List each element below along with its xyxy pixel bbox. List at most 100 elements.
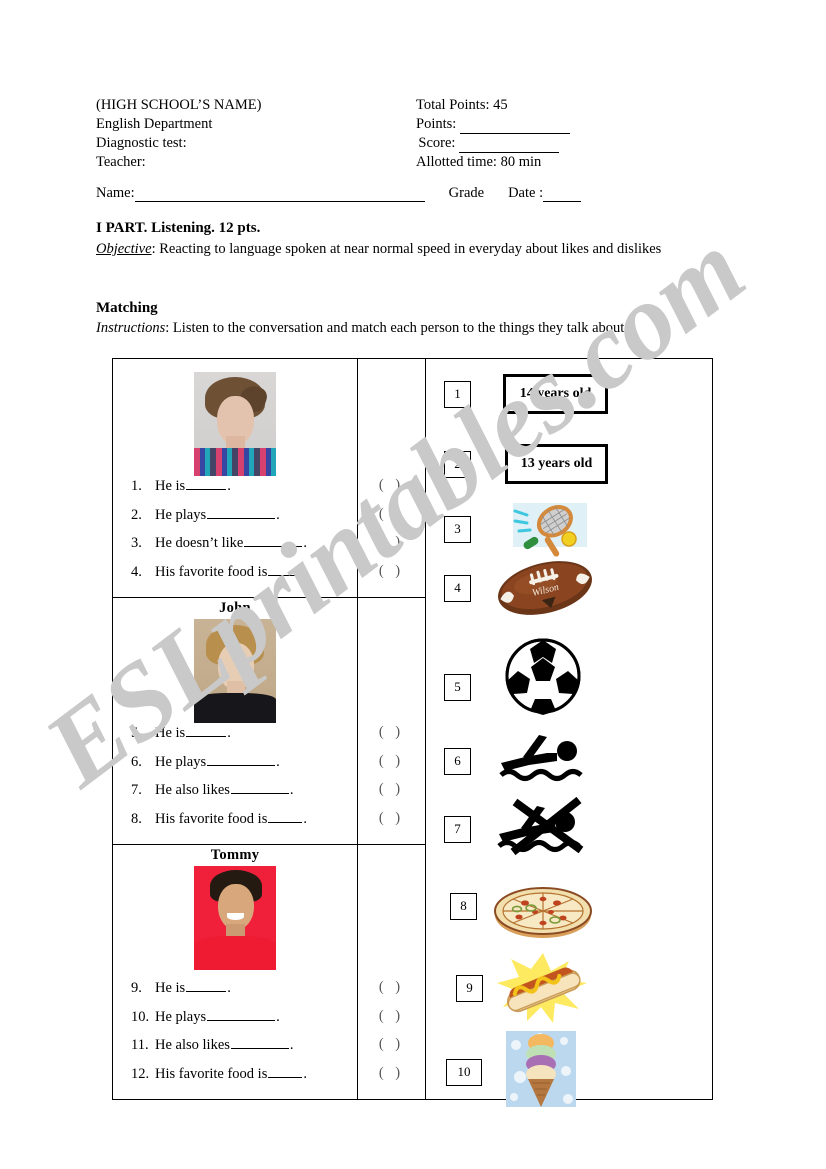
answers-column: ( ) ( ) ( ) ( ) ( ) ( ) ( ) ( ) () () … — [358, 359, 426, 1099]
question-tail: . — [303, 563, 307, 580]
question-text: He plays — [155, 1008, 207, 1025]
option-5[interactable]: 5 — [444, 638, 582, 715]
name-blank[interactable] — [134, 187, 425, 202]
question-number: 1. — [131, 478, 142, 494]
answer-paren[interactable]: ( ) — [358, 1008, 425, 1037]
answer-blank[interactable] — [186, 724, 227, 737]
answer-blank[interactable] — [230, 1036, 289, 1049]
answer-blank[interactable] — [268, 810, 303, 823]
objective-line: Objective: Reacting to language spoken a… — [96, 240, 706, 259]
worksheet-page: (HIGH SCHOOL’S NAME) Total Points: 45 En… — [0, 0, 826, 1169]
answer-blank[interactable] — [244, 534, 303, 547]
question-tail: . — [303, 1065, 307, 1082]
persons-column: 1. He is . 2. He plays . 3. He doesn’t l… — [113, 359, 358, 1099]
school-name: (HIGH SCHOOL’S NAME) — [96, 97, 262, 113]
answer-blank[interactable] — [268, 1065, 303, 1078]
answer-group-2: ( ) ( ) ( ) ( ) — [358, 598, 425, 845]
question-tail: . — [227, 980, 231, 996]
person-photo-1 — [194, 372, 276, 476]
score-blank[interactable] — [459, 138, 560, 153]
answer-paren[interactable]: ( ) — [358, 563, 425, 592]
pizza-icon — [491, 879, 595, 941]
question-row: 11. He also likes . — [131, 1036, 353, 1065]
question-text: He is — [155, 980, 186, 996]
question-number: 3. — [131, 535, 142, 551]
test-type: Diagnostic test: — [96, 135, 187, 151]
ice-cream-cone-icon — [506, 1031, 576, 1107]
option-label-14-years-old: 14 years old — [503, 374, 608, 414]
department-name: English Department — [96, 116, 213, 132]
answer-blank[interactable] — [186, 477, 227, 490]
question-number: 9. — [131, 980, 142, 996]
answer-paren[interactable]: ( ) — [358, 1036, 425, 1065]
option-4[interactable]: 4 Wilson — [444, 557, 597, 619]
option-number: 10 — [446, 1058, 482, 1086]
answer-blank[interactable] — [207, 753, 276, 766]
answer-paren[interactable]: ( ) — [358, 753, 425, 782]
option-number: 4 — [444, 574, 471, 602]
question-text: He plays — [155, 753, 207, 770]
date-label: Date : — [508, 185, 544, 201]
answer-paren[interactable]: ( ) — [358, 781, 425, 810]
question-number: 11. — [131, 1037, 149, 1053]
answer-group-3: ( ) ( ) ( ) ( ) — [358, 845, 425, 1099]
soccer-ball-icon — [504, 637, 582, 715]
question-text: He also likes — [155, 782, 230, 798]
question-number: 7. — [131, 782, 142, 798]
answer-blank[interactable] — [207, 1008, 276, 1021]
option-number: 2 — [444, 450, 471, 478]
question-row: 6. He plays . — [131, 753, 353, 782]
option-9[interactable]: 9 — [456, 951, 591, 1025]
answer-blank[interactable] — [207, 506, 276, 519]
answer-paren[interactable]: ( ) — [358, 724, 425, 753]
name-label: Name: — [96, 185, 135, 201]
teacher-label: Teacher: — [96, 154, 146, 170]
option-3[interactable]: 3 — [444, 501, 587, 557]
date-blank[interactable] — [543, 187, 582, 202]
option-10[interactable]: 10 — [446, 1031, 576, 1107]
answer-paren[interactable]: ( ) — [358, 534, 425, 563]
question-number: 8. — [131, 810, 142, 827]
options-column: 1 14 years old 2 13 years old 3 4 Wilson… — [426, 359, 712, 1107]
answer-paren[interactable]: ( ) — [358, 506, 425, 535]
option-number: 8 — [450, 892, 477, 920]
answer-paren[interactable]: ( ) — [358, 1065, 425, 1094]
answer-group-1: ( ) ( ) ( ) ( ) — [358, 359, 425, 598]
question-number: 4. — [131, 563, 142, 580]
section-title: Matching — [96, 300, 158, 316]
question-tail: . — [289, 1037, 294, 1053]
question-row: 5. He is . — [131, 724, 353, 753]
question-list-1: 1. He is . 2. He plays . 3. He doesn’t l… — [131, 477, 353, 591]
option-7[interactable]: 7 — [444, 796, 593, 856]
option-number: 1 — [444, 380, 471, 408]
option-number: 6 — [444, 747, 471, 775]
total-points: Total Points: 45 — [416, 97, 508, 113]
option-6[interactable]: 6 — [444, 735, 591, 785]
answer-blank[interactable] — [186, 979, 227, 992]
question-number: 12. — [131, 1065, 150, 1082]
person-cell-2: John 5. He is . 6. He plays . 7. He also… — [113, 598, 357, 845]
question-row: 9. He is . — [131, 979, 353, 1008]
person-name-tommy: Tommy — [210, 847, 260, 863]
answer-paren[interactable]: ( ) — [358, 979, 425, 1008]
option-number: 5 — [444, 673, 471, 701]
answer-blank[interactable] — [268, 563, 303, 576]
points-blank[interactable] — [459, 119, 570, 134]
part-title: I PART. Listening. 12 pts. — [96, 220, 261, 236]
person-photo-2 — [194, 619, 276, 723]
tennis-racket-icon — [501, 501, 587, 557]
question-row: 2. He plays . — [131, 506, 353, 535]
option-8[interactable]: 8 — [450, 871, 595, 941]
question-text: He plays — [155, 506, 207, 523]
option-1[interactable]: 1 14 years old — [444, 374, 608, 414]
question-row: 4. His favorite food is . — [131, 563, 353, 592]
question-row: 7. He also likes . — [131, 781, 353, 810]
question-number: 5. — [131, 725, 142, 741]
answer-blank[interactable] — [230, 781, 289, 794]
answer-paren[interactable]: ( ) — [358, 810, 425, 839]
option-2[interactable]: 2 13 years old — [444, 444, 608, 484]
question-row: 3. He doesn’t like . — [131, 534, 353, 563]
american-football-icon: Wilson — [493, 557, 597, 619]
question-tail: . — [303, 535, 307, 551]
answer-paren[interactable]: ( ) — [358, 477, 425, 506]
